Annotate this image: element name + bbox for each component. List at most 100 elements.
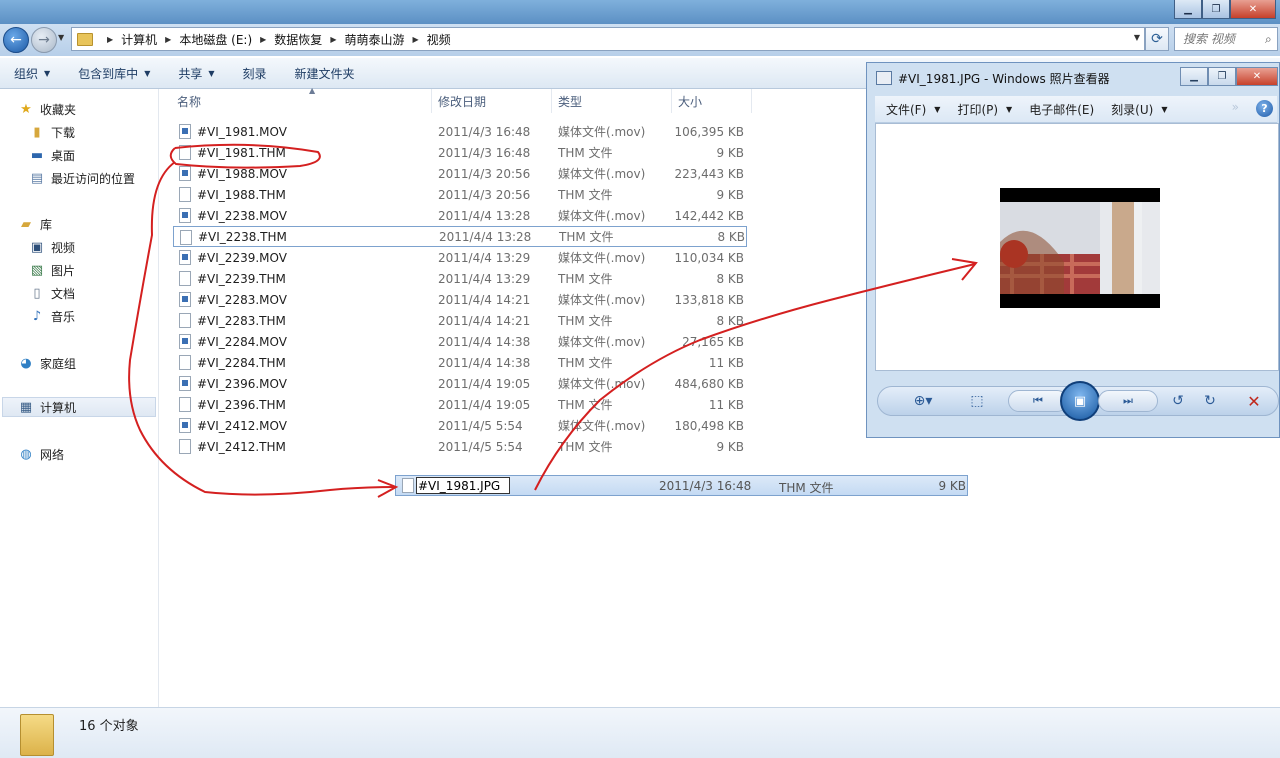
file-row[interactable]: #VI_2396.MOV 2011/4/4 19:05 媒体文件(.mov) 484,… [173,373,747,394]
actual-size-button[interactable]: ⬚ [964,391,990,411]
zoom-button[interactable]: ⊕▾ [906,391,940,411]
chevron-right-icon[interactable]: ▶ [412,35,418,44]
nav-item-downloads[interactable]: ▮ 下载 [29,122,75,142]
share-button[interactable]: 共享 ▼ [164,58,228,88]
nav-item-desktop[interactable]: ▬ 桌面 [29,145,75,165]
file-row[interactable]: #VI_1988.THM 2011/4/3 20:56 THM 文件 9 KB [173,184,747,205]
video-file-icon [179,334,191,349]
share-label: 共享 [178,66,203,81]
new-folder-button[interactable]: 新建文件夹 [281,58,369,88]
nav-item-videos[interactable]: ▣ 视频 [29,237,75,257]
file-name: #VI_2284.THM [197,355,286,370]
column-header-type[interactable]: 类型 [552,89,672,113]
file-row[interactable]: #VI_2239.MOV 2011/4/4 13:29 媒体文件(.mov) 110,… [173,247,747,268]
nav-libraries[interactable]: ▰ 库 [18,214,52,234]
file-row[interactable]: #VI_2284.THM 2011/4/4 14:38 THM 文件 11 KB [173,352,747,373]
nav-favorites[interactable]: ★ 收藏夹 [18,99,76,119]
search-input[interactable] [1181,31,1265,47]
rename-input[interactable] [416,477,510,494]
rotate-clockwise-button[interactable]: ↻ [1198,391,1222,411]
renaming-file-row[interactable]: 2011/4/3 16:48 THM 文件 9 KB [395,475,968,496]
search-icon[interactable]: ⌕ [1265,32,1272,47]
burn-button[interactable]: 刻录 [229,58,281,88]
network-icon: ◍ [20,446,32,462]
maximize-button[interactable]: ❐ [1202,0,1230,19]
next-button[interactable]: ⏭ [1098,390,1158,412]
close-button[interactable]: ✕ [1236,67,1278,86]
file-row[interactable]: #VI_2283.MOV 2011/4/4 14:21 媒体文件(.mov) 133,… [173,289,747,310]
file-date: 2011/4/3 16:48 [438,145,531,160]
chevron-right-icon[interactable]: ▶ [260,35,266,44]
nav-homegroup[interactable]: ◕ 家庭组 [18,353,76,373]
column-header-size[interactable]: 大小 [672,89,752,113]
file-row[interactable]: #VI_2238.MOV 2011/4/4 13:28 媒体文件(.mov) 142,… [173,205,747,226]
nav-item-documents[interactable]: ▯ 文档 [29,283,75,303]
menu-print[interactable]: 打印(P) ▼ [957,101,1012,118]
file-row[interactable]: #VI_2238.THM 2011/4/4 13:28 THM 文件 8 KB [173,226,747,247]
caret-down-icon: ▼ [1006,104,1013,114]
nav-item-recent-places[interactable]: ▤ 最近访问的位置 [29,168,135,188]
refresh-button[interactable]: ⟳ [1145,27,1169,51]
minimize-button[interactable]: ▁ [1180,67,1208,86]
arrow-left-icon: ← [10,32,22,48]
search-box[interactable]: ⌕ [1174,27,1278,51]
file-date: 2011/4/5 5:54 [438,418,523,433]
address-history-dropdown[interactable]: ▼ [1134,33,1140,42]
file-date: 2011/4/3 20:56 [438,166,531,181]
address-bar[interactable]: ▶ 计算机 ▶ 本地磁盘 (E:) ▶ 数据恢复 ▶ 萌萌泰山游 ▶ 视频 ▼ [71,27,1145,51]
file-size: 27,165 KB [682,334,744,349]
close-button[interactable]: ✕ [1230,0,1276,19]
nav-computer[interactable]: ▦ 计算机 [2,397,156,417]
file-row[interactable]: #VI_2412.THM 2011/4/5 5:54 THM 文件 9 KB [173,436,747,457]
file-name: #VI_2283.MOV [197,292,287,307]
file-name: #VI_1981.THM [197,145,286,160]
documents-library-icon: ▯ [33,285,41,301]
column-header-name[interactable]: 名称 ▲ [171,86,432,113]
file-row[interactable]: #VI_2412.MOV 2011/4/5 5:54 媒体文件(.mov) 180,4… [173,415,747,436]
breadcrumb-computer[interactable]: 计算机 [121,31,157,48]
delete-button[interactable]: ✕ [1242,391,1266,411]
organize-button[interactable]: 组织 ▼ [0,58,64,88]
minimize-button[interactable]: ▁ [1174,0,1202,19]
menu-email[interactable]: 电子邮件(E) [1029,101,1094,118]
forward-button[interactable]: → [31,27,57,53]
slideshow-button[interactable]: ▣ [1060,381,1100,421]
file-row[interactable]: #VI_2396.THM 2011/4/4 19:05 THM 文件 11 KB [173,394,747,415]
column-header-date[interactable]: 修改日期 [432,89,552,113]
include-in-library-button[interactable]: 包含到库中 ▼ [64,58,164,88]
nav-network[interactable]: ◍ 网络 [18,444,64,464]
nav-item-label: 最近访问的位置 [51,171,136,186]
status-bar: 16 个对象 [0,707,1280,758]
breadcrumb-drive-e[interactable]: 本地磁盘 (E:) [179,31,252,48]
nav-item-pictures[interactable]: ▧ 图片 [29,260,75,280]
slideshow-icon: ▣ [1073,393,1087,409]
rotate-counterclockwise-button[interactable]: ↺ [1166,391,1190,411]
back-button[interactable]: ← [3,27,29,53]
menu-burn[interactable]: 刻录(U) ▼ [1111,101,1167,118]
file-date: 2011/4/4 14:21 [438,292,531,307]
menu-file[interactable]: 文件(F) ▼ [886,101,940,118]
file-row[interactable]: #VI_1988.MOV 2011/4/3 20:56 媒体文件(.mov) 223,… [173,163,747,184]
chevron-right-icon[interactable]: ▶ [165,35,171,44]
file-date: 2011/4/3 16:48 [438,124,531,139]
chevron-right-icon[interactable]: ▶ [330,35,336,44]
file-name: #VI_2238.MOV [197,208,287,223]
maximize-button[interactable]: ❐ [1208,67,1236,86]
help-icon[interactable]: ? [1256,100,1273,117]
previous-button[interactable]: ⏮ [1008,390,1068,412]
file-row[interactable]: #VI_2284.MOV 2011/4/4 14:38 媒体文件(.mov) 27,1… [173,331,747,352]
breadcrumb-videos[interactable]: 视频 [427,31,451,48]
chevron-right-icon[interactable]: ▶ [107,35,113,44]
more-menu-icon[interactable]: » [1232,100,1239,114]
recent-pages-dropdown[interactable]: ▼ [58,33,64,42]
burn-label: 刻录 [242,66,267,81]
file-row[interactable]: #VI_1981.THM 2011/4/3 16:48 THM 文件 9 KB [173,142,747,163]
file-type: 媒体文件(.mov) [558,293,646,307]
file-row[interactable]: #VI_2283.THM 2011/4/4 14:21 THM 文件 8 KB [173,310,747,331]
video-file-icon [179,418,191,433]
file-row[interactable]: #VI_1981.MOV 2011/4/3 16:48 媒体文件(.mov) 106,… [173,121,747,142]
breadcrumb-data-recovery[interactable]: 数据恢复 [274,31,322,48]
breadcrumb-trip-folder[interactable]: 萌萌泰山游 [344,31,404,48]
nav-item-music[interactable]: ♪ 音乐 [29,306,75,326]
file-row[interactable]: #VI_2239.THM 2011/4/4 13:29 THM 文件 8 KB [173,268,747,289]
